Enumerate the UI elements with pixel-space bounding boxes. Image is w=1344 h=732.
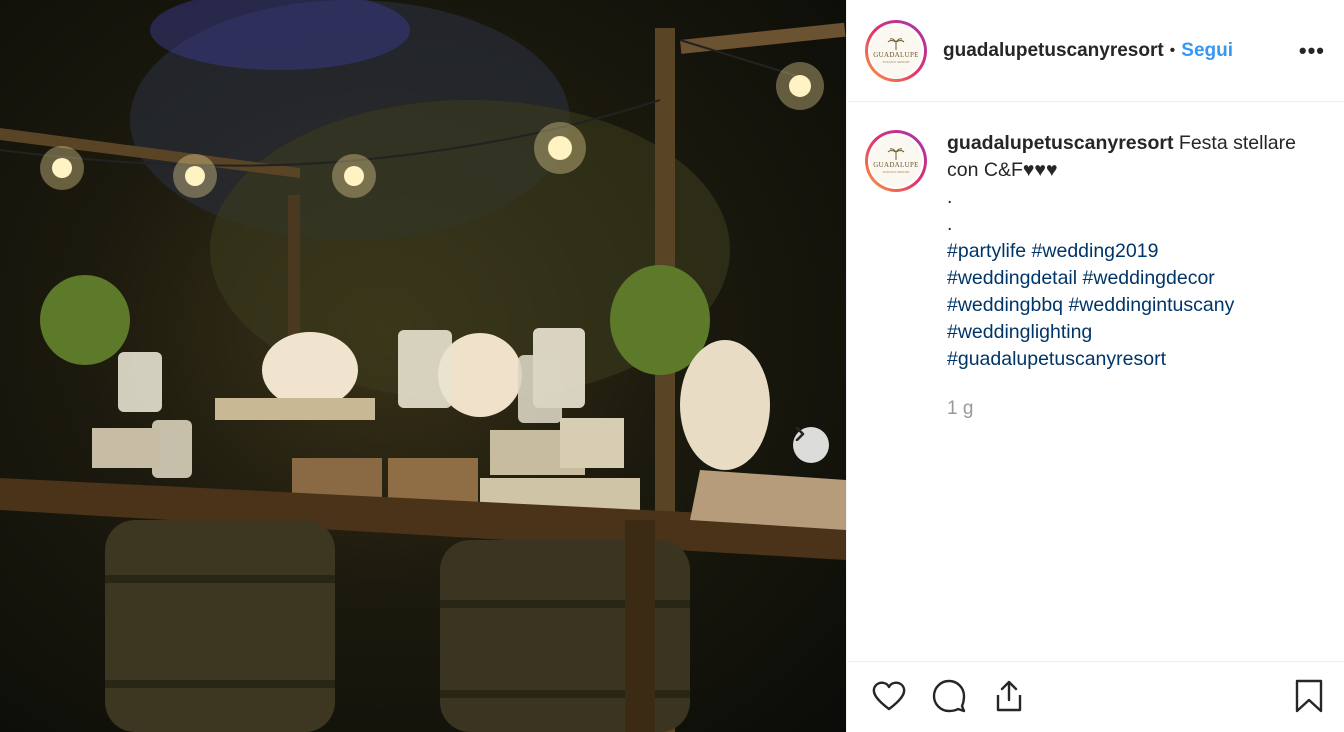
logo-text: GUADALUPE <box>873 161 919 169</box>
post-timestamp[interactable]: 1 g <box>947 395 1325 422</box>
comment-icon <box>932 679 966 713</box>
caption-body: guadalupetuscanyresort Festa stellare co… <box>947 130 1325 422</box>
caption-comment: GUADALUPE TUSCANY RESORT guadalupetuscan… <box>865 130 1325 422</box>
photo-illustration <box>0 0 846 732</box>
more-options-button[interactable]: ••• <box>1299 38 1325 64</box>
bookmark-icon <box>1295 679 1323 713</box>
resort-logo: GUADALUPE TUSCANY RESORT <box>870 24 922 77</box>
hashtag-list: #partylife #wedding2019 #weddingdetail #… <box>947 238 1325 373</box>
like-button[interactable] <box>871 678 907 714</box>
palm-logo-icon <box>887 37 905 50</box>
hashtag-link[interactable]: #weddinglighting <box>947 321 1092 343</box>
caption-dot: . <box>947 186 953 208</box>
logo-subtext: TUSCANY RESORT <box>882 59 910 64</box>
share-button[interactable] <box>991 678 1027 714</box>
share-icon <box>996 680 1022 712</box>
hashtag-link[interactable]: #weddingbbq <box>947 294 1063 316</box>
palm-logo-icon <box>887 148 905 160</box>
heart-icon <box>872 681 906 711</box>
logo-subtext: TUSCANY RESORT <box>882 170 910 174</box>
hashtag-link[interactable]: #partylife <box>947 240 1026 262</box>
chevron-right-icon <box>795 427 805 441</box>
save-button[interactable] <box>1291 678 1327 714</box>
post-side-panel: GUADALUPE TUSCANY RESORT guadalupetuscan… <box>846 0 1344 732</box>
hashtag-link[interactable]: #wedding2019 <box>1032 240 1159 262</box>
hashtag-link[interactable]: #weddingintuscany <box>1068 294 1234 316</box>
action-bar <box>847 661 1344 732</box>
separator-dot: • <box>1169 41 1176 59</box>
hashtag-link[interactable]: #weddingdecor <box>1083 267 1215 289</box>
hashtag-link[interactable]: #guadalupetuscanyresort <box>947 348 1166 370</box>
next-image-button[interactable] <box>793 427 829 463</box>
caption-dot: . <box>947 213 953 235</box>
post-image[interactable] <box>0 0 846 732</box>
logo-text: GUADALUPE <box>873 50 919 59</box>
caption-username[interactable]: guadalupetuscanyresort <box>947 132 1173 154</box>
resort-logo: GUADALUPE TUSCANY RESORT <box>870 135 922 187</box>
comment-button[interactable] <box>931 678 967 714</box>
post-header: GUADALUPE TUSCANY RESORT guadalupetuscan… <box>847 0 1344 102</box>
hashtag-link[interactable]: #weddingdetail <box>947 267 1077 289</box>
caption-avatar[interactable]: GUADALUPE TUSCANY RESORT <box>865 130 927 192</box>
avatar[interactable]: GUADALUPE TUSCANY RESORT <box>865 19 927 82</box>
header-username[interactable]: guadalupetuscanyresort <box>943 40 1164 62</box>
follow-button[interactable]: Segui <box>1181 40 1233 62</box>
